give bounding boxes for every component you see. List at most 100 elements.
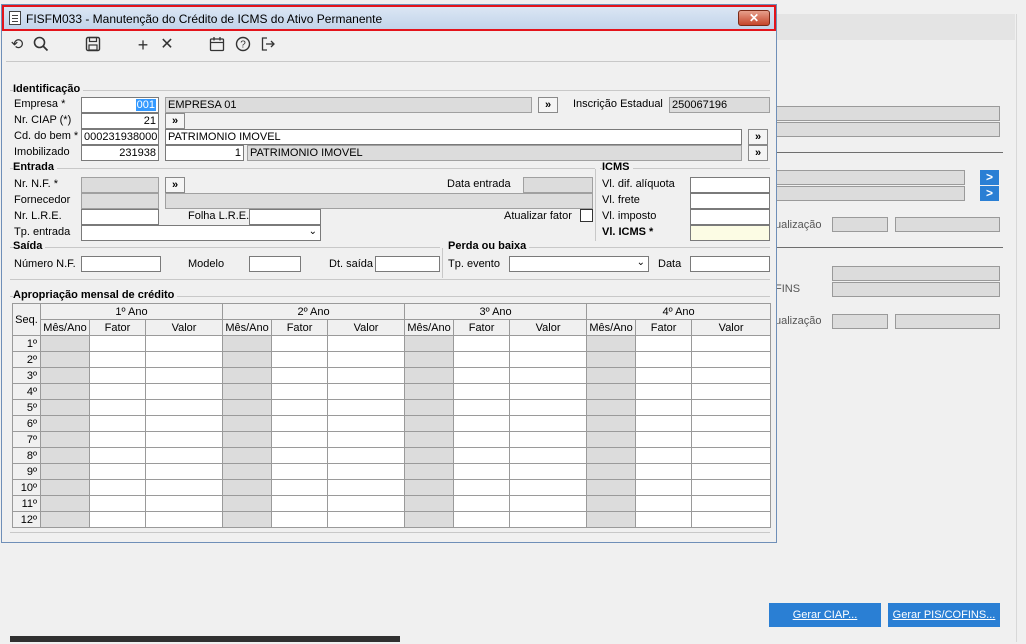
dt-saida-field[interactable] bbox=[375, 256, 440, 272]
fator-cell[interactable] bbox=[89, 367, 146, 384]
background-scrollbar[interactable] bbox=[1016, 14, 1026, 642]
fator-cell[interactable] bbox=[635, 383, 693, 400]
valor-cell[interactable] bbox=[327, 479, 406, 496]
valor-cell[interactable] bbox=[327, 415, 406, 432]
valor-cell[interactable] bbox=[691, 511, 772, 528]
valor-cell[interactable] bbox=[691, 367, 772, 384]
valor-cell[interactable] bbox=[144, 431, 224, 448]
fator-cell[interactable] bbox=[89, 351, 146, 368]
valor-cell[interactable] bbox=[509, 463, 588, 480]
fator-cell[interactable] bbox=[453, 431, 511, 448]
valor-cell[interactable] bbox=[691, 495, 772, 512]
fator-cell[interactable] bbox=[271, 415, 329, 432]
fator-cell[interactable] bbox=[635, 367, 693, 384]
fator-cell[interactable] bbox=[453, 447, 511, 464]
empresa-lookup-button[interactable]: » bbox=[538, 97, 558, 113]
title-bar[interactable]: FISFM033 - Manutenção do Crédito de ICMS… bbox=[2, 5, 776, 31]
valor-cell[interactable] bbox=[327, 383, 406, 400]
bem-field[interactable]: 000231938000 bbox=[81, 129, 159, 145]
fator-cell[interactable] bbox=[635, 335, 693, 352]
valor-cell[interactable] bbox=[144, 479, 224, 496]
valor-cell[interactable] bbox=[691, 351, 772, 368]
valor-cell[interactable] bbox=[144, 415, 224, 432]
valor-cell[interactable] bbox=[509, 351, 588, 368]
close-button[interactable]: ✕ bbox=[738, 10, 770, 26]
valor-cell[interactable] bbox=[509, 431, 588, 448]
ciap-lookup-button[interactable]: » bbox=[165, 113, 185, 129]
fator-cell[interactable] bbox=[89, 399, 146, 416]
valor-cell[interactable] bbox=[509, 495, 588, 512]
valor-cell[interactable] bbox=[327, 463, 406, 480]
numero-nf-field[interactable] bbox=[81, 256, 161, 272]
valor-cell[interactable] bbox=[144, 463, 224, 480]
valor-cell[interactable] bbox=[691, 431, 772, 448]
data-field[interactable] bbox=[690, 256, 770, 272]
bem-name-field[interactable]: PATRIMONIO IMOVEL bbox=[165, 129, 742, 145]
valor-cell[interactable] bbox=[327, 335, 406, 352]
valor-cell[interactable] bbox=[144, 495, 224, 512]
valor-cell[interactable] bbox=[691, 335, 772, 352]
fator-cell[interactable] bbox=[89, 511, 146, 528]
valor-cell[interactable] bbox=[327, 367, 406, 384]
fator-cell[interactable] bbox=[635, 479, 693, 496]
fator-cell[interactable] bbox=[89, 335, 146, 352]
valor-cell[interactable] bbox=[327, 431, 406, 448]
fator-cell[interactable] bbox=[89, 383, 146, 400]
fator-cell[interactable] bbox=[635, 399, 693, 416]
frete-field[interactable] bbox=[690, 193, 770, 209]
fator-cell[interactable] bbox=[635, 351, 693, 368]
empresa-field[interactable]: 001 bbox=[81, 97, 159, 113]
valor-cell[interactable] bbox=[691, 479, 772, 496]
fator-cell[interactable] bbox=[453, 351, 511, 368]
fator-cell[interactable] bbox=[271, 431, 329, 448]
valor-cell[interactable] bbox=[509, 479, 588, 496]
fator-cell[interactable] bbox=[271, 399, 329, 416]
valor-cell[interactable] bbox=[144, 367, 224, 384]
valor-cell[interactable] bbox=[327, 399, 406, 416]
fator-cell[interactable] bbox=[271, 383, 329, 400]
undo-icon[interactable]: ⟲ bbox=[8, 36, 26, 54]
lre-field[interactable] bbox=[81, 209, 159, 225]
valor-cell[interactable] bbox=[144, 383, 224, 400]
fator-cell[interactable] bbox=[271, 463, 329, 480]
valor-cell[interactable] bbox=[509, 383, 588, 400]
valor-cell[interactable] bbox=[691, 399, 772, 416]
gerar-ciap-button[interactable]: Gerar CIAP... bbox=[769, 603, 881, 627]
fator-cell[interactable] bbox=[89, 447, 146, 464]
fator-cell[interactable] bbox=[453, 335, 511, 352]
fator-cell[interactable] bbox=[635, 415, 693, 432]
fator-cell[interactable] bbox=[635, 511, 693, 528]
fator-cell[interactable] bbox=[271, 367, 329, 384]
fator-cell[interactable] bbox=[453, 511, 511, 528]
fator-cell[interactable] bbox=[635, 431, 693, 448]
valor-cell[interactable] bbox=[691, 463, 772, 480]
imposto-field[interactable] bbox=[690, 209, 770, 225]
folha-field[interactable] bbox=[249, 209, 321, 225]
fator-cell[interactable] bbox=[271, 447, 329, 464]
fator-cell[interactable] bbox=[271, 511, 329, 528]
valor-cell[interactable] bbox=[327, 351, 406, 368]
exit-icon[interactable] bbox=[259, 36, 277, 54]
tp-evento-select[interactable]: ⌄ bbox=[509, 256, 649, 272]
valor-cell[interactable] bbox=[144, 335, 224, 352]
valor-cell[interactable] bbox=[144, 511, 224, 528]
imobilizado-lookup-button[interactable]: » bbox=[748, 145, 768, 161]
fator-cell[interactable] bbox=[453, 367, 511, 384]
icms-value-field[interactable] bbox=[690, 225, 770, 241]
valor-cell[interactable] bbox=[691, 383, 772, 400]
dif-aliquota-field[interactable] bbox=[690, 177, 770, 193]
background-arrow-button[interactable]: > bbox=[980, 170, 999, 185]
valor-cell[interactable] bbox=[144, 447, 224, 464]
fator-cell[interactable] bbox=[271, 495, 329, 512]
valor-cell[interactable] bbox=[509, 335, 588, 352]
calendar-icon[interactable] bbox=[208, 36, 226, 54]
background-arrow-button[interactable]: > bbox=[980, 186, 999, 201]
fator-cell[interactable] bbox=[453, 383, 511, 400]
fator-cell[interactable] bbox=[89, 495, 146, 512]
bem-lookup-button[interactable]: » bbox=[748, 129, 768, 145]
atualizar-checkbox[interactable] bbox=[580, 209, 593, 222]
fator-cell[interactable] bbox=[453, 415, 511, 432]
modelo-field[interactable] bbox=[249, 256, 301, 272]
fator-cell[interactable] bbox=[635, 495, 693, 512]
delete-icon[interactable]: ✕ bbox=[158, 36, 176, 54]
